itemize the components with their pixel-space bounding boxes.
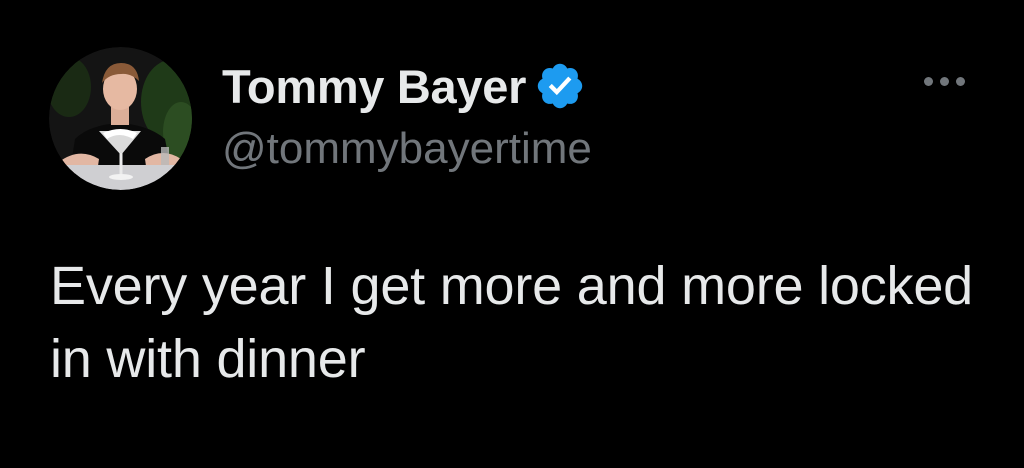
author-display-name[interactable]: Tommy Bayer: [222, 59, 526, 114]
name-row: Tommy Bayer: [222, 52, 904, 120]
profile-photo-icon: [49, 47, 192, 190]
author-handle[interactable]: @tommybayertime: [222, 124, 904, 174]
more-dot: [923, 76, 933, 86]
tweet-card: Tommy Bayer @tommybayertime Every year I…: [0, 0, 1024, 468]
more-dot: [955, 76, 965, 86]
verified-badge-icon[interactable]: [534, 60, 586, 112]
tweet-header: Tommy Bayer @tommybayertime: [222, 52, 904, 174]
avatar[interactable]: [49, 47, 192, 190]
tweet-text: Every year I get more and more locked in…: [50, 256, 974, 389]
more-options-icon[interactable]: [913, 66, 975, 96]
more-dot: [939, 76, 949, 86]
